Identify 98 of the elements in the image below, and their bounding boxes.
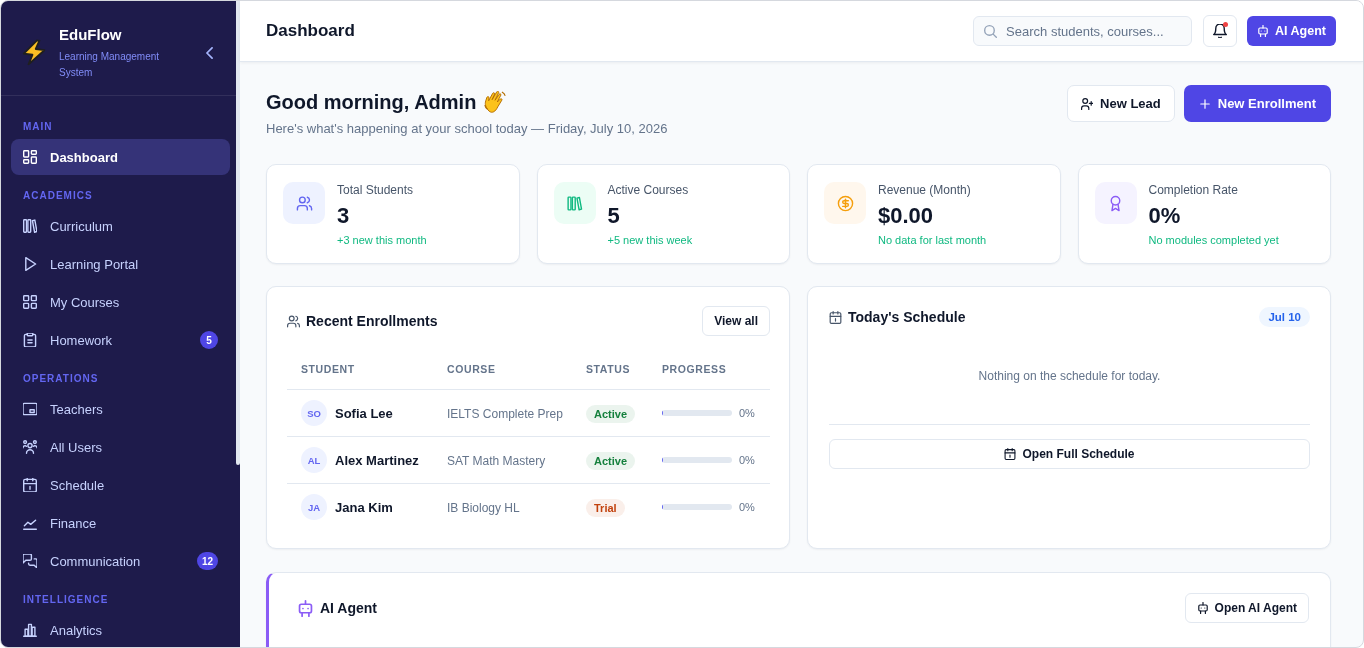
stat-value: 0% — [1148, 202, 1182, 230]
student-name: Jana Kim — [335, 499, 393, 515]
nav-item[interactable]: Analytics — [11, 612, 230, 647]
progress-track — [662, 504, 732, 510]
count-badge: 12 — [196, 552, 218, 570]
lightning-icon — [21, 37, 47, 68]
section-label: ACADEMICS — [22, 189, 94, 203]
nav-item[interactable]: Curriculum — [11, 208, 230, 244]
nav-item[interactable]: Schedule — [11, 467, 230, 503]
clipboard-icon — [23, 333, 37, 347]
student-name: Sofia Lee — [335, 405, 393, 421]
stat-note: +3 new this month — [337, 233, 427, 247]
card-title: Recent Enrollments — [306, 313, 438, 329]
monitor-icon — [23, 402, 37, 416]
section-label: MAIN — [22, 120, 54, 134]
section-label: INTELLIGENCE — [22, 593, 110, 607]
nav-item[interactable]: Communication 12 — [11, 543, 230, 579]
course-name: SAT Math Mastery — [447, 454, 546, 468]
count-badge: 5 — [200, 331, 218, 349]
robot-icon — [1257, 25, 1270, 37]
stat-note: +5 new this week — [607, 233, 693, 247]
grid-icon — [23, 295, 37, 309]
progress-track — [662, 410, 732, 416]
card-title: Today's Schedule — [848, 309, 966, 325]
search-icon — [984, 25, 998, 38]
books-icon — [23, 219, 37, 233]
student-name: Alex Martinez — [335, 452, 419, 468]
line-chart-icon — [23, 516, 37, 530]
column-header: STATUS — [585, 362, 632, 376]
action-button[interactable]: New Lead — [1067, 85, 1175, 122]
open-schedule-button[interactable]: Open Full Schedule — [829, 439, 1310, 469]
nav-item[interactable]: Learning Portal — [11, 246, 230, 282]
status-badge: Trial — [586, 498, 625, 517]
scrollbar-thumb[interactable] — [236, 1, 240, 465]
brand-tagline: Learning Management System — [59, 49, 161, 80]
robot-icon — [1196, 602, 1209, 614]
date-badge: Jul 10 — [1259, 307, 1310, 327]
robot-icon — [298, 599, 313, 617]
status-badge: Active — [586, 404, 636, 423]
calendar-icon — [1004, 448, 1017, 460]
avatar: AL — [301, 447, 327, 473]
avatar: SO — [301, 400, 327, 426]
empty-message: Nothing on the schedule for today. — [977, 368, 1162, 384]
chat-icon — [23, 554, 37, 568]
calendar-icon — [829, 310, 842, 324]
avatar: JA — [301, 494, 327, 520]
column-header: STUDENT — [300, 362, 356, 376]
course-name: IELTS Complete Prep — [447, 407, 563, 421]
progress-percent: 0% — [739, 407, 755, 419]
people-icon — [23, 440, 37, 454]
nav-item[interactable]: My Courses — [11, 284, 230, 320]
column-header: PROGRESS — [661, 362, 728, 376]
greeting-title: Good morning, Admin — [266, 90, 477, 115]
column-header: COURSE — [446, 362, 497, 376]
open-ai-agent-button[interactable]: Open AI Agent — [1184, 593, 1309, 623]
dollar-coin-icon — [824, 182, 866, 224]
books-icon — [553, 182, 596, 224]
stat-note: No data for last month — [878, 233, 987, 247]
status-badge: Active — [586, 451, 636, 470]
view-all-button[interactable]: View all — [702, 306, 770, 336]
chevron-left-icon[interactable] — [206, 46, 213, 59]
plus-icon — [1198, 97, 1211, 110]
page-title: Dashboard — [266, 21, 355, 41]
progress-track — [662, 457, 732, 463]
stat-value: $0.00 — [878, 202, 935, 230]
search-field[interactable]: Search students, courses... — [973, 16, 1193, 46]
stat-label: Revenue (Month) — [878, 182, 972, 198]
stat-value: 5 — [607, 202, 621, 230]
nav-item[interactable]: Teachers — [11, 391, 230, 427]
waving-hand-icon — [484, 91, 507, 113]
section-label: OPERATIONS — [22, 372, 100, 386]
calendar-icon — [23, 478, 37, 492]
stat-label: Completion Rate — [1148, 182, 1239, 198]
card-title: AI Agent — [320, 600, 378, 616]
bell-icon — [1213, 24, 1228, 38]
greeting-subtitle: Here's what's happening at your school today — Friday, July 10, 2026 — [266, 120, 668, 138]
course-name: IB Biology HL — [447, 501, 520, 515]
nav-item[interactable]: Finance — [11, 505, 230, 541]
progress-percent: 0% — [739, 454, 755, 466]
progress-percent: 0% — [739, 501, 755, 513]
stat-note: No modules completed yet — [1148, 233, 1279, 247]
notifications-button[interactable] — [1203, 15, 1238, 47]
layout-icon — [23, 150, 37, 164]
award-icon — [1094, 182, 1137, 224]
stat-value: 3 — [337, 202, 351, 230]
ai-agent-button[interactable]: AI Agent — [1247, 16, 1336, 46]
nav-item[interactable]: Dashboard — [11, 139, 230, 175]
nav-item[interactable]: Homework 5 — [11, 322, 230, 358]
stat-label: Total Students — [337, 182, 415, 198]
play-icon — [23, 257, 37, 271]
action-button[interactable]: New Enrollment — [1183, 85, 1331, 122]
brand-name: EduFlow — [59, 24, 123, 45]
people-icon — [287, 314, 300, 328]
stat-label: Active Courses — [607, 182, 690, 198]
nav-item[interactable]: All Users — [11, 429, 230, 465]
people-icon — [283, 182, 325, 224]
user-plus-icon — [1081, 97, 1094, 110]
bar-chart-icon — [23, 623, 37, 637]
